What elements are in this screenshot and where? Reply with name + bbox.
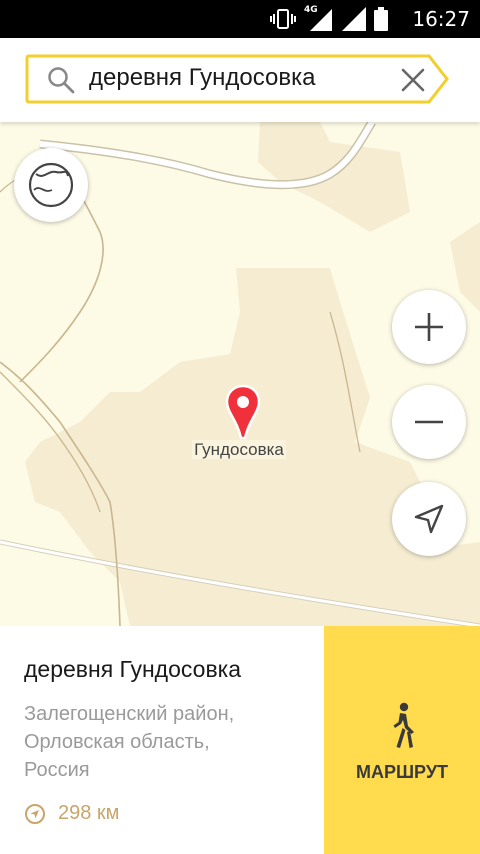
search-icon xyxy=(48,67,75,94)
vibrate-icon xyxy=(270,9,296,29)
layers-globe-icon xyxy=(28,162,74,208)
status-bar: 4G 16:27 xyxy=(0,0,480,38)
search-field[interactable]: деревня Гундосовка xyxy=(25,54,449,104)
minus-icon xyxy=(415,420,443,424)
navigation-arrow-icon xyxy=(414,504,444,534)
zoom-in-button[interactable] xyxy=(392,290,466,364)
address-line-region: Орловская область, xyxy=(24,731,210,753)
location-pin-icon[interactable] xyxy=(224,384,262,440)
address-line-district: Залегощенский район, xyxy=(24,703,235,725)
status-icons: 4G xyxy=(270,5,388,32)
walking-person-icon xyxy=(393,702,414,748)
plus-icon xyxy=(415,313,443,341)
route-button-label: МАРШРУТ xyxy=(355,762,449,782)
my-location-button[interactable] xyxy=(392,482,466,556)
address-line-country: Россия xyxy=(24,759,90,781)
route-button[interactable]: МАРШРУТ xyxy=(324,626,480,854)
distance-text: 298 км xyxy=(58,802,120,824)
battery-icon xyxy=(374,7,388,31)
map-layers-button[interactable] xyxy=(14,148,88,222)
place-card[interactable]: деревня Гундосовка Залегощенский район, … xyxy=(0,626,324,854)
place-label: Гундосовка xyxy=(192,440,286,459)
map-view[interactable]: Гундосовка xyxy=(0,122,480,626)
distance-compass-icon xyxy=(25,803,45,824)
clock: 16:27 xyxy=(412,7,470,31)
place-title: деревня Гундосовка xyxy=(24,656,242,682)
mobile-signal-icon: 4G xyxy=(304,5,332,31)
distance-info: 298 км xyxy=(24,802,119,825)
place-address: Залегощенский район, Орловская область, … xyxy=(24,700,234,784)
clear-search-icon[interactable] xyxy=(399,66,427,94)
search-bar: деревня Гундосовка xyxy=(0,38,480,122)
wifi-signal-icon xyxy=(342,7,366,31)
search-input[interactable]: деревня Гундосовка xyxy=(89,64,315,92)
